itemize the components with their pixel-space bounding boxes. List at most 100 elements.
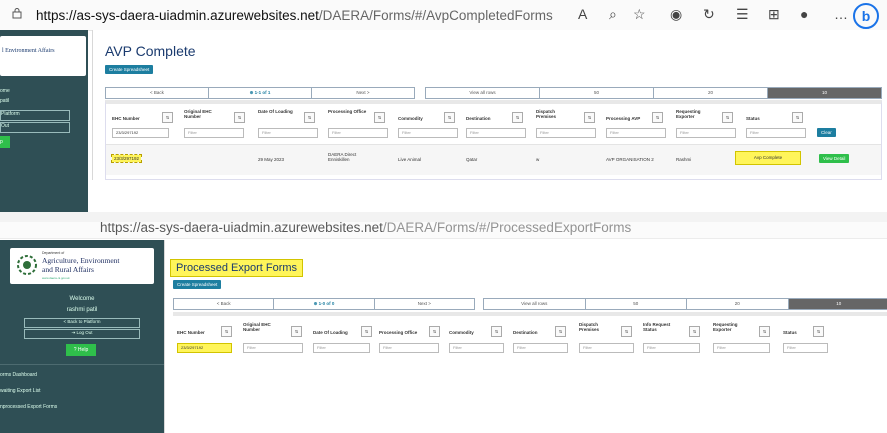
url-text[interactable]: https://as-sys-daera-uiadmin.azurewebsit… <box>36 8 553 23</box>
filter-input[interactable]: Filter <box>379 343 439 353</box>
page-size-10[interactable]: 10 <box>768 88 881 98</box>
profile-icon[interactable]: ● <box>800 6 808 22</box>
filter-input[interactable]: Filter <box>184 128 244 138</box>
page-size-50[interactable]: 50 <box>586 299 687 309</box>
logo: Department of Agriculture, Environment a… <box>10 248 154 284</box>
view-all-rows[interactable]: View all rows <box>484 299 586 309</box>
filter-input[interactable]: Filter <box>513 343 568 353</box>
view-all-rows[interactable]: View all rows <box>426 88 540 98</box>
filter-input[interactable]: Filter <box>643 343 700 353</box>
page-size-50[interactable]: 50 <box>540 88 654 98</box>
col-original-ehc: Original EHC Number <box>243 322 271 332</box>
filter-input[interactable]: Filter <box>449 343 504 353</box>
ehc-filter-input[interactable]: 23/3/297192 <box>177 343 232 353</box>
logo-text: l Environment Affairs <box>2 48 55 54</box>
nav-unprocessed-export-forms[interactable]: nprocessed Export Forms <box>0 404 57 410</box>
sort-icon[interactable]: ⇅ <box>444 112 455 123</box>
sort-icon[interactable]: ⇅ <box>234 112 245 123</box>
create-spreadsheet-button[interactable]: Create Spreadsheet <box>105 65 154 74</box>
cell-office: DAERA Direct Enniskillen <box>328 152 357 162</box>
nav-forms-dashboard[interactable]: orms Dashboard <box>0 372 37 378</box>
sort-icon[interactable]: ⇅ <box>584 112 595 123</box>
top-window: https://as-sys-daera-uiadmin.azurewebsit… <box>0 0 887 212</box>
extension-icon[interactable]: ◉ <box>670 6 682 23</box>
sort-icon[interactable]: ⇅ <box>792 112 803 123</box>
sort-icon[interactable]: ⇅ <box>759 326 770 337</box>
read-aloud-icon[interactable]: A <box>578 6 587 22</box>
page-info-icon[interactable] <box>12 8 22 19</box>
logout-button[interactable]: ⇥ Log Out <box>24 329 140 339</box>
page-size-20[interactable]: 20 <box>654 88 768 98</box>
back-to-platform-button[interactable]: < Back to Platform <box>24 318 140 328</box>
sort-icon[interactable]: ⇅ <box>361 326 372 337</box>
filter-input[interactable]: Filter <box>606 128 666 138</box>
filter-input[interactable]: Filter <box>713 343 770 353</box>
table-row[interactable]: 23/3/297192 29 May 2023 DAERA Direct Enn… <box>106 144 881 175</box>
col-ehc-number: EHC Number <box>177 330 205 335</box>
sort-icon[interactable]: ⇅ <box>689 326 700 337</box>
sort-icon[interactable]: ⇅ <box>374 112 385 123</box>
view-detail-button[interactable]: View Detail <box>819 154 850 163</box>
filter-input[interactable]: Filter <box>258 128 318 138</box>
zoom-icon[interactable]: ⌕ <box>609 6 617 23</box>
nav-awaiting-export-list[interactable]: waiting Export List <box>0 388 41 394</box>
page-size-selector: View all rows 50 20 10 <box>483 298 887 310</box>
filter-input[interactable]: Filter <box>398 128 458 138</box>
ehc-filter-input[interactable]: 23/3/297192 <box>112 128 169 138</box>
logout-button[interactable]: Out <box>0 122 70 133</box>
filter-input[interactable]: Filter <box>536 128 596 138</box>
clear-filters-button[interactable]: Clear <box>817 128 836 137</box>
sort-icon[interactable]: ⇅ <box>429 326 440 337</box>
next-page-button[interactable]: Next > <box>375 299 474 309</box>
sort-icon[interactable]: ⇅ <box>304 112 315 123</box>
filter-input[interactable]: Filter <box>328 128 388 138</box>
page-size-selector: View all rows 50 20 10 <box>425 87 882 99</box>
back-page-button[interactable]: < Back <box>174 299 275 309</box>
address-bar[interactable]: https://as-sys-daera-uiadmin.azurewebsit… <box>0 222 887 239</box>
filter-input[interactable]: Filter <box>676 128 736 138</box>
col-commodity: Commodity <box>449 330 474 335</box>
filter-input[interactable]: Filter <box>746 128 806 138</box>
divider <box>0 364 164 365</box>
collections-icon[interactable]: ⊞ <box>768 6 780 23</box>
refresh-icon[interactable]: ↻ <box>703 6 715 23</box>
sort-icon[interactable]: ⇅ <box>722 112 733 123</box>
sort-icon[interactable]: ⇅ <box>652 112 663 123</box>
cell-avp: AVP ORGANISATION 2 <box>606 157 654 162</box>
sidebar: l Environment Affairs ome patil Platform… <box>0 30 88 212</box>
help-button[interactable]: p <box>0 136 10 148</box>
sort-icon[interactable]: ⇅ <box>221 326 232 337</box>
create-spreadsheet-button[interactable]: Create Spreadsheet <box>173 280 222 289</box>
address-bar[interactable]: https://as-sys-daera-uiadmin.azurewebsit… <box>0 0 887 31</box>
filter-input[interactable]: Filter <box>313 343 370 353</box>
sort-icon[interactable]: ⇅ <box>512 112 523 123</box>
filter-input[interactable]: Filter <box>579 343 634 353</box>
logo-sub: www.daera-ni.gov.uk <box>42 276 70 280</box>
favorite-icon[interactable]: ☆ <box>633 6 646 23</box>
page-size-20[interactable]: 20 <box>687 299 789 309</box>
filter-input[interactable]: Filter <box>466 128 526 138</box>
url-text[interactable]: https://as-sys-daera-uiadmin.azurewebsit… <box>100 222 631 235</box>
filter-input[interactable]: Filter <box>243 343 303 353</box>
back-page-button[interactable]: < Back <box>106 88 209 98</box>
cell-destination: Qatar <box>466 157 478 162</box>
help-button[interactable]: ? Help <box>66 344 96 356</box>
cell-date: 29 May 2023 <box>258 157 285 162</box>
welcome-text: Welcome <box>69 296 95 302</box>
cell-commodity: Live Animal <box>398 157 422 162</box>
sort-icon[interactable]: ⇅ <box>555 326 566 337</box>
sort-icon[interactable]: ⇅ <box>621 326 632 337</box>
more-icon[interactable]: … <box>834 6 848 22</box>
logo: l Environment Affairs <box>0 36 86 76</box>
logo-line2: and Rural Affairs <box>42 265 94 274</box>
back-to-platform-button[interactable]: Platform <box>0 110 70 121</box>
sort-icon[interactable]: ⇅ <box>291 326 302 337</box>
sort-icon[interactable]: ⇅ <box>491 326 502 337</box>
favorites-icon[interactable]: ☰ <box>736 6 749 23</box>
sort-icon[interactable]: ⇅ <box>813 326 824 337</box>
bing-icon[interactable]: b <box>853 3 879 29</box>
sort-icon[interactable]: ⇅ <box>162 112 173 123</box>
filter-input[interactable]: Filter <box>783 343 828 353</box>
page-size-10[interactable]: 10 <box>788 299 887 309</box>
next-page-button[interactable]: Next > <box>312 88 414 98</box>
